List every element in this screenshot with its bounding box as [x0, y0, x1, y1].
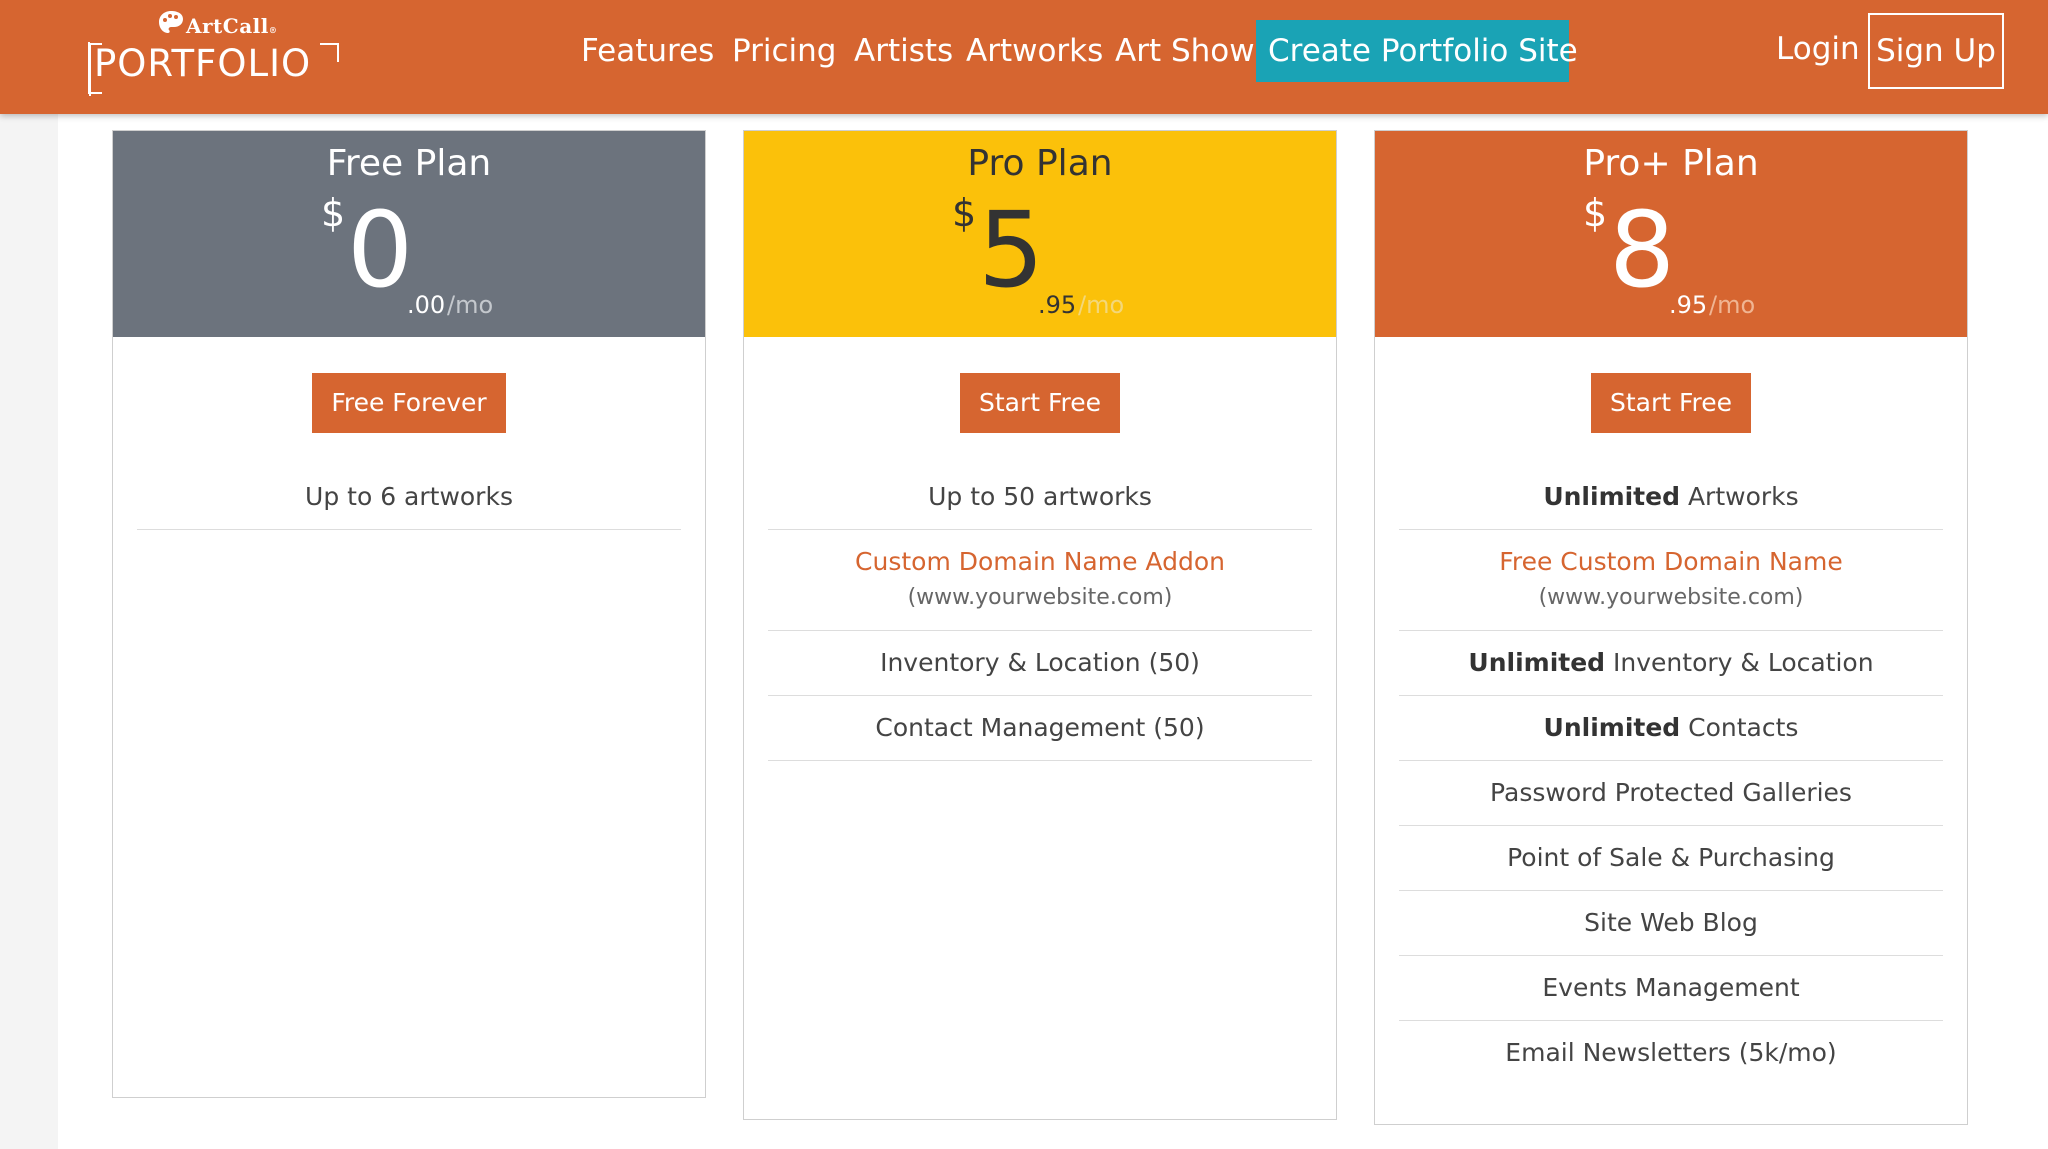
signup-button[interactable]: Sign Up — [1868, 13, 2004, 89]
feature-bold: Unlimited — [1543, 713, 1681, 742]
create-portfolio-site-button[interactable]: Create Portfolio Site — [1256, 20, 1578, 82]
feature-list-pro-plus: Unlimited Artworks Free Custom Domain Na… — [1399, 465, 1943, 1085]
feature-item: Up to 50 artworks — [768, 465, 1312, 530]
feature-list-free: Up to 6 artworks — [137, 465, 681, 530]
feature-item-custom-domain: Custom Domain Name Addon (www.yourwebsit… — [768, 530, 1312, 631]
price-dollars: 5 — [978, 189, 1045, 311]
feature-accent: Free Custom Domain Name — [1499, 547, 1843, 576]
plan-card-free: Free Plan $ 0 .00 /mo Free Forever Up to… — [112, 130, 706, 1098]
plan-name: Free Plan — [326, 143, 492, 184]
start-free-button-pro-plus[interactable]: Start Free — [1590, 373, 1752, 433]
plan-name: Pro Plan — [967, 143, 1113, 184]
feature-item: Unlimited Contacts — [1399, 696, 1943, 761]
palette-icon — [159, 11, 183, 33]
plan-card-pro: Pro Plan $ 5 .95 /mo Start Free Up to 50… — [743, 130, 1337, 1120]
price-cents: .00 — [407, 291, 446, 319]
feature-item: Unlimited Inventory & Location — [1399, 631, 1943, 696]
logo-frame-lines — [89, 43, 339, 96]
login-link[interactable]: Login — [1776, 18, 1860, 80]
feature-item: Events Management — [1399, 956, 1943, 1021]
plan-price: $ 8 .95 /mo — [1375, 185, 1967, 325]
price-currency: $ — [952, 191, 977, 235]
feature-sub: (www.yourwebsite.com) — [1538, 585, 1804, 610]
price-period: /mo — [1709, 291, 1756, 319]
nav-features[interactable]: Features — [581, 20, 714, 82]
price-currency: $ — [321, 191, 346, 235]
feature-item: Up to 6 artworks — [137, 465, 681, 530]
nav-art-show[interactable]: Art Show — [1115, 20, 1255, 82]
feature-item: Site Web Blog — [1399, 891, 1943, 956]
feature-bold: Unlimited — [1543, 482, 1680, 511]
price-cents: .95 — [1038, 291, 1077, 319]
feature-item: Contact Management (50) — [768, 696, 1312, 761]
brand-reg: ® — [268, 25, 278, 35]
brand-small-text: ArtCall® — [186, 14, 277, 38]
nav-pricing[interactable]: Pricing — [732, 20, 837, 82]
free-forever-button[interactable]: Free Forever — [312, 373, 506, 433]
nav-artworks[interactable]: Artworks — [966, 20, 1103, 82]
plan-price: $ 5 .95 /mo — [744, 185, 1336, 325]
price-dollars: 8 — [1609, 189, 1676, 311]
price-period: /mo — [1078, 291, 1125, 319]
start-free-button-pro[interactable]: Start Free — [959, 373, 1121, 433]
feature-bold: Unlimited — [1468, 648, 1606, 677]
feature-accent: Custom Domain Name Addon — [855, 547, 1225, 576]
top-navbar: ArtCall® PORTFOLIO Features Pricing Arti… — [0, 0, 2048, 114]
plan-card-pro-plus: Pro+ Plan $ 8 .95 /mo Start Free Unlimit… — [1374, 130, 1968, 1125]
price-cents: .95 — [1669, 291, 1708, 319]
feature-item: Password Protected Galleries — [1399, 761, 1943, 826]
feature-item: Unlimited Artworks — [1399, 465, 1943, 530]
price-dollars: 0 — [347, 189, 414, 311]
plan-header-pro: Pro Plan $ 5 .95 /mo — [744, 131, 1336, 337]
feature-item-custom-domain: Free Custom Domain Name (www.yourwebsite… — [1399, 530, 1943, 631]
feature-rest: Contacts — [1680, 713, 1799, 742]
feature-item: Email Newsletters (5k/mo) — [1505, 1038, 1837, 1067]
feature-item: Inventory & Location (50) — [768, 631, 1312, 696]
plan-header-pro-plus: Pro+ Plan $ 8 .95 /mo — [1375, 131, 1967, 337]
price-currency: $ — [1583, 191, 1608, 235]
plan-price: $ 0 .00 /mo — [113, 185, 705, 325]
plan-name: Pro+ Plan — [1583, 143, 1759, 184]
nav-artists[interactable]: Artists — [854, 20, 953, 82]
feature-rest: Artworks — [1680, 482, 1799, 511]
feature-list-pro: Up to 50 artworks Custom Domain Name Add… — [768, 465, 1312, 761]
feature-sub: (www.yourwebsite.com) — [907, 585, 1173, 610]
plan-header-free: Free Plan $ 0 .00 /mo — [113, 131, 705, 337]
feature-rest: Inventory & Location — [1605, 648, 1874, 677]
price-period: /mo — [447, 291, 494, 319]
artcall-portfolio-logo[interactable]: ArtCall® PORTFOLIO — [86, 6, 346, 98]
brand-top: ArtCall — [186, 14, 269, 38]
feature-item: Point of Sale & Purchasing — [1399, 826, 1943, 891]
